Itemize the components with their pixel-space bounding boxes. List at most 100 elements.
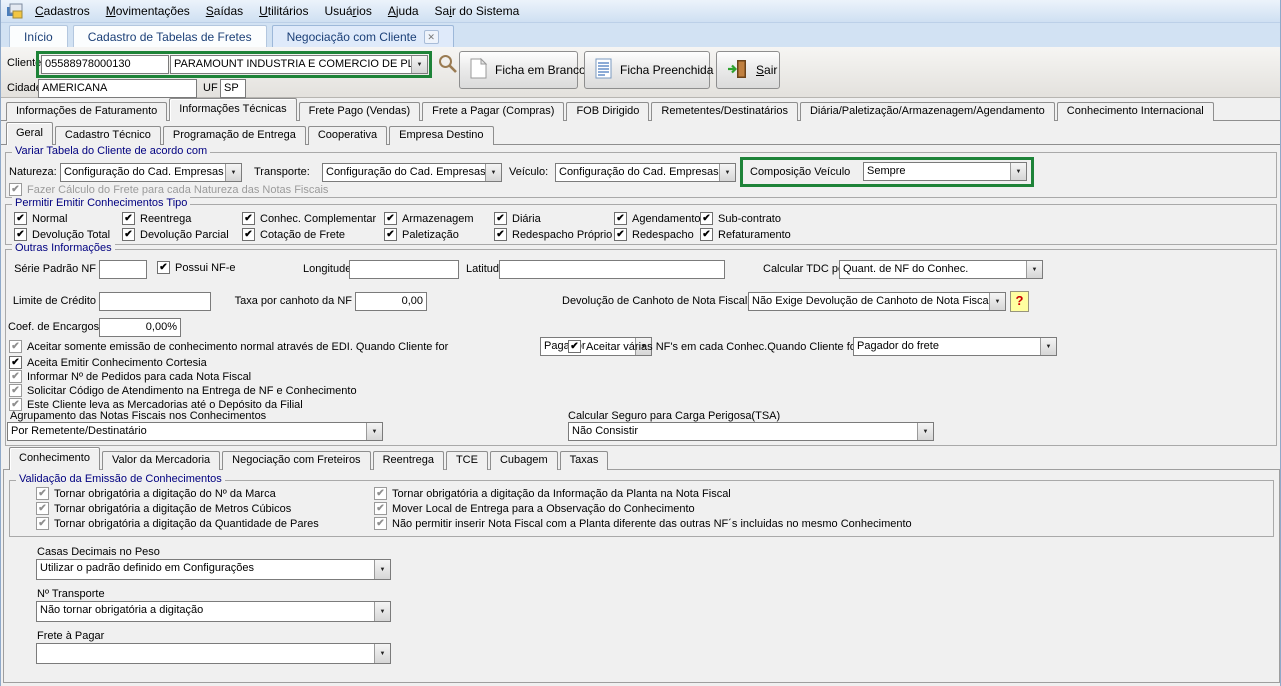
veiculo-select[interactable]: Configuração do Cad. Empresas ▼ — [555, 163, 736, 182]
checkbox-agendamento[interactable]: ✔ Agendamento — [614, 212, 701, 225]
tab-fob-dirigido[interactable]: FOB Dirigido — [566, 102, 650, 121]
tab-geral[interactable]: Geral — [6, 122, 53, 145]
nao-permitir-planta-diferente-checkbox[interactable]: ✔ Não permitir inserir Nota Fiscal com a … — [374, 517, 912, 530]
tab-valor-da-mercadoria[interactable]: Valor da Mercadoria — [101, 451, 221, 470]
obrig-n-marca-checkbox[interactable]: ✔ Tornar obrigatória a digitação do Nº da… — [36, 487, 276, 500]
checkbox-redespacho-proprio[interactable]: ✔ Redespacho Próprio — [494, 228, 612, 241]
taxa-canhoto-input[interactable]: 0,00 — [355, 292, 427, 311]
casas-decimais-select[interactable]: Utilizar o padrão definido em Configuraç… — [36, 559, 391, 580]
tab-cadastro-tecnico[interactable]: Cadastro Técnico — [54, 126, 161, 145]
cidade-input[interactable]: AMERICANA — [38, 79, 197, 98]
seguro-carga-perigosa-select[interactable]: Não Consistir ▼ — [568, 422, 934, 441]
tab-reentrega[interactable]: Reentrega — [372, 451, 444, 470]
tab-empresa-destino[interactable]: Empresa Destino — [389, 126, 494, 145]
tab-cadastro-tabelas-fretes[interactable]: Cadastro de Tabelas de Fretes — [72, 25, 267, 47]
obrig-metros-cubicos-checkbox[interactable]: ✔ Tornar obrigatória a digitação de Metro… — [36, 502, 291, 515]
cortesia-checkbox[interactable]: ✔ Aceita Emitir Conhecimento Cortesia — [9, 356, 207, 369]
composicao-veiculo-select[interactable]: Sempre ▼ — [863, 162, 1027, 181]
possui-nfe-checkbox[interactable]: ✔ Possui NF-e — [157, 261, 236, 274]
transporte-select[interactable]: Configuração do Cad. Empresas ▼ — [322, 163, 502, 182]
natureza-select[interactable]: Configuração do Cad. Empresas ▼ — [60, 163, 242, 182]
cliente-nome-select[interactable]: PARAMOUNT INDUSTRIA E COMERCIO DE PLAST … — [170, 55, 428, 74]
checkbox-reentrega[interactable]: ✔ Reentrega — [122, 212, 191, 225]
chevron-down-icon: ▼ — [917, 423, 933, 440]
checkbox-armazenagem[interactable]: ✔ Armazenagem — [384, 212, 474, 225]
chevron-down-icon: ▼ — [366, 423, 382, 440]
limite-credito-input[interactable] — [99, 292, 211, 311]
agrupamento-select[interactable]: Por Remetente/Destinatário ▼ — [7, 422, 383, 441]
menu-utilitarios[interactable]: Utilitários — [251, 2, 316, 20]
menu-cadastros[interactable]: Cadastros — [27, 2, 98, 20]
varias-nf-cliente-select[interactable]: Pagador do frete ▼ — [853, 337, 1057, 356]
menu-saidas[interactable]: Saídas — [198, 2, 251, 20]
calcular-tdc-select[interactable]: Quant. de NF do Conhec. ▼ — [839, 260, 1043, 279]
obrig-quantidade-pares-checkbox[interactable]: ✔ Tornar obrigatória a digitação da Quant… — [36, 517, 319, 530]
cliente-codigo-input[interactable]: 05588978000130 — [41, 55, 169, 74]
coef-encargos-input[interactable]: 0,00% — [99, 318, 181, 337]
checkbox-cotacao-de-frete[interactable]: ✔ Cotação de Frete — [242, 228, 345, 241]
close-tab-icon[interactable]: ✕ — [423, 29, 439, 44]
edi-checkbox[interactable]: ✔ Aceitar somente emissão de conhecimento… — [9, 340, 448, 353]
serie-padrao-nf-input[interactable] — [99, 260, 147, 279]
validacao-group: Validação da Emissão de Conhecimentos ✔ T… — [9, 473, 1274, 537]
n-transporte-select[interactable]: Não tornar obrigatória a digitação ▼ — [36, 601, 391, 622]
ficha-preenchida-button[interactable]: Ficha Preenchida — [584, 51, 713, 89]
uf-label: UF — [203, 82, 218, 94]
tab-remetentes-destinatarios[interactable]: Remetentes/Destinatários — [651, 102, 798, 121]
tab-negociacao-com-freteiros[interactable]: Negociação com Freteiros — [222, 451, 371, 470]
natureza-label: Natureza: — [9, 166, 57, 178]
menu-usuarios[interactable]: Usuários — [316, 2, 379, 20]
tab-conhecimento[interactable]: Conhecimento — [9, 447, 100, 470]
checkbox-devolucao-parcial[interactable]: ✔ Devolução Parcial — [122, 228, 229, 241]
mover-local-entrega-checkbox[interactable]: ✔ Mover Local de Entrega para a Observaçã… — [374, 502, 695, 515]
checkbox-normal[interactable]: ✔ Normal — [14, 212, 67, 225]
tab-negociacao-com-cliente[interactable]: Negociação com Cliente ✕ — [271, 25, 454, 47]
latitude-input[interactable] — [499, 260, 725, 279]
checkbox-redespacho[interactable]: ✔ Redespacho — [614, 228, 694, 241]
menu-movimentacoes[interactable]: Movimentações — [98, 2, 198, 20]
devolucao-canhoto-select[interactable]: Não Exige Devolução de Canhoto de Nota F… — [748, 292, 1006, 311]
checkbox-sub-contrato[interactable]: ✔ Sub-contrato — [700, 212, 781, 225]
tab-tce[interactable]: TCE — [445, 451, 488, 470]
frete-a-pagar-select[interactable]: ▼ — [36, 643, 391, 664]
tab-cubagem[interactable]: Cubagem — [489, 451, 558, 470]
help-button[interactable]: ? — [1010, 291, 1029, 312]
casas-decimais-label: Casas Decimais no Peso — [37, 546, 160, 558]
search-icon[interactable] — [437, 53, 458, 79]
checkbox-devolucao-total[interactable]: ✔ Devolução Total — [14, 228, 110, 241]
tab-frete-pago-vendas[interactable]: Frete Pago (Vendas) — [298, 102, 421, 121]
tab-cooperativa[interactable]: Cooperativa — [307, 126, 388, 145]
document-tab-bar: Início Cadastro de Tabelas de Fretes Neg… — [1, 23, 1280, 47]
tab-diaria-paletizacao-armazenagem-agendamento[interactable]: Diária/Paletização/Armazenagem/Agendamen… — [799, 102, 1055, 121]
bottom-tab-strip: Conhecimento Valor da Mercadoria Negocia… — [9, 447, 610, 470]
ficha-em-branco-button[interactable]: Ficha em Branco — [459, 51, 586, 89]
varias-nf-checkbox[interactable]: ✔ Aceitar várias NF's em cada Conhec.Quan… — [568, 340, 860, 353]
sair-button[interactable]: Sair — [716, 51, 780, 89]
tab-conhecimento-internacional[interactable]: Conhecimento Internacional — [1056, 102, 1214, 121]
menu-ajuda[interactable]: Ajuda — [380, 2, 427, 20]
checkbox-paletizacao[interactable]: ✔ Paletização — [384, 228, 459, 241]
codigo-atendimento-checkbox[interactable]: ✔ Solicitar Código de Atendimento na Entr… — [9, 384, 357, 397]
checkbox-diaria[interactable]: ✔ Diária — [494, 212, 541, 225]
agrupamento-label: Agrupamento das Notas Fiscais nos Conhec… — [10, 410, 267, 422]
tab-taxas[interactable]: Taxas — [559, 451, 609, 470]
menu-sair-do-sistema[interactable]: Sair do Sistema — [427, 2, 528, 20]
menu-bar: Cadastros Movimentações Saídas Utilitári… — [1, 0, 1280, 23]
tab-informacoes-faturamento[interactable]: Informações de Faturamento — [6, 102, 168, 121]
obrig-info-planta-checkbox[interactable]: ✔ Tornar obrigatória a digitação da Infor… — [374, 487, 731, 500]
tab-informacoes-tecnicas[interactable]: Informações Técnicas — [169, 98, 297, 121]
main-tab-strip: Informações de Faturamento Informações T… — [6, 98, 1216, 121]
calc-frete-natureza-checkbox[interactable]: ✔ Fazer Cálculo do Frete para cada Nature… — [9, 183, 328, 196]
chevron-down-icon: ▼ — [1040, 338, 1056, 355]
tab-programacao-de-entrega[interactable]: Programação de Entrega — [162, 126, 306, 145]
checkbox-refaturamento[interactable]: ✔ Refaturamento — [700, 228, 791, 241]
tab-inicio-label: Início — [24, 29, 53, 44]
conhecimentos-tipo-group: Permitir Emitir Conhecimentos Tipo ✔ Norm… — [5, 197, 1277, 245]
uf-input[interactable]: SP — [220, 79, 246, 98]
tab-inicio[interactable]: Início — [9, 25, 68, 47]
pedidos-checkbox[interactable]: ✔ Informar Nº de Pedidos para cada Nota F… — [9, 370, 251, 383]
variar-tabela-legend: Variar Tabela do Cliente de acordo com — [12, 145, 211, 157]
tab-frete-a-pagar-compras[interactable]: Frete a Pagar (Compras) — [422, 102, 565, 121]
longitude-input[interactable] — [349, 260, 459, 279]
checkbox-conhec-complementar[interactable]: ✔ Conhec. Complementar — [242, 212, 376, 225]
